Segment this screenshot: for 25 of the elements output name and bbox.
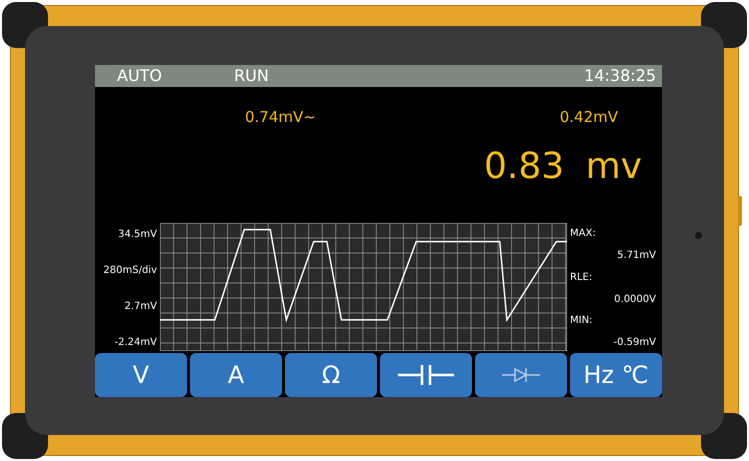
side-button[interactable] — [738, 196, 742, 226]
camera-icon — [695, 232, 702, 239]
stat-label: -0.59mV — [614, 337, 656, 350]
run-state-label: RUN — [234, 66, 269, 86]
main-reading: 0.83 mv — [484, 146, 642, 187]
axis-label: -2.24mV — [114, 337, 157, 350]
diode-icon — [502, 367, 540, 384]
axis-label: 280mS/div — [103, 265, 157, 278]
function-button[interactable]: V — [95, 353, 187, 397]
dc-reading: 0.42mV — [560, 108, 618, 126]
stat-label: 5.71mV — [617, 250, 656, 262]
stat-label: RLE: — [570, 272, 592, 284]
ac-reading: 0.74mV~ — [245, 108, 316, 126]
axis-label: 2.7mV — [124, 301, 157, 314]
function-button[interactable] — [380, 353, 472, 397]
function-button[interactable]: Hz ℃ — [570, 353, 662, 397]
stat-label: MAX: — [570, 228, 596, 240]
mode-label: AUTO — [117, 66, 162, 86]
axis-label: 34.5mV — [118, 229, 157, 242]
function-button[interactable]: A — [190, 353, 282, 397]
clock-time: 14:38:25 — [584, 66, 656, 86]
stat-label: MIN: — [570, 315, 592, 328]
capacitor-icon — [398, 364, 454, 386]
stat-label: 0.0000V — [614, 294, 656, 306]
function-button[interactable]: Ω — [285, 353, 377, 397]
